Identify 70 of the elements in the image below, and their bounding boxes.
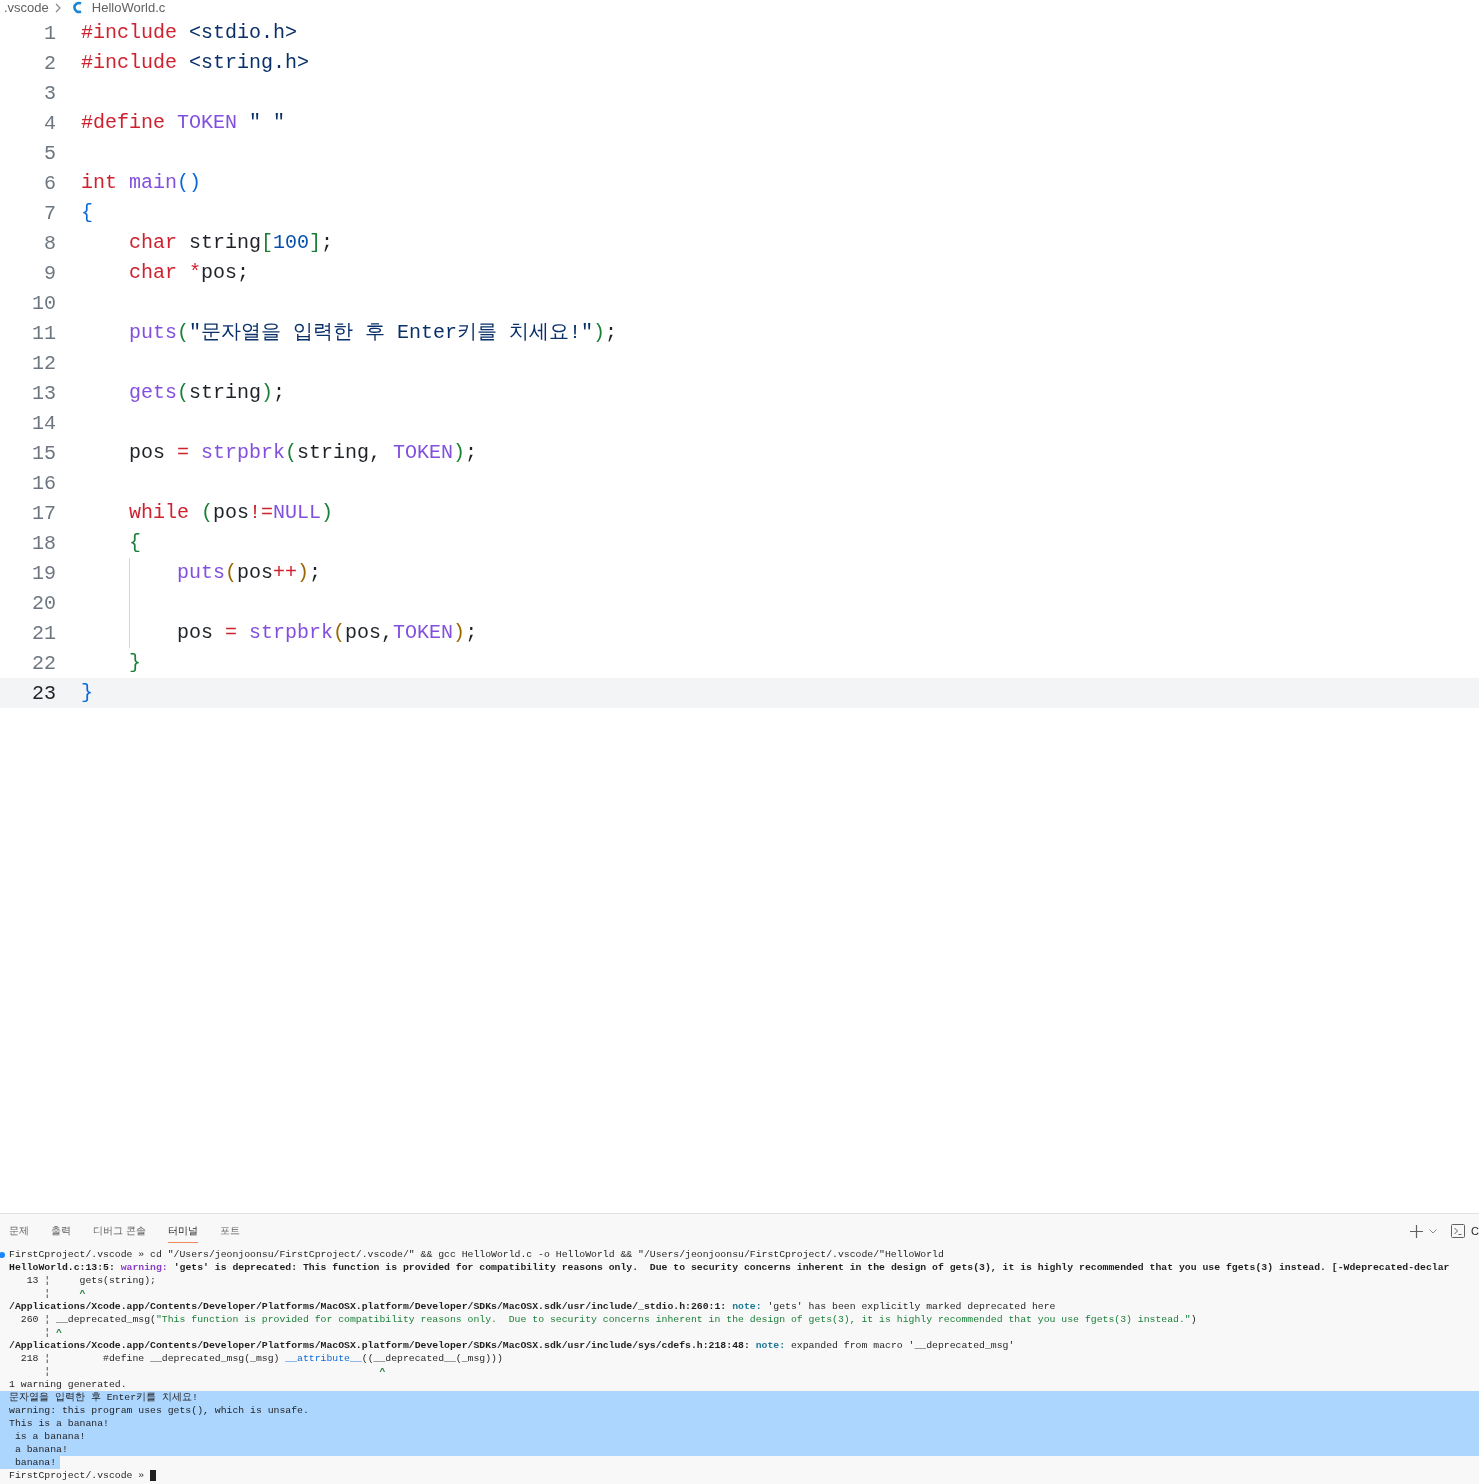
code-line: while (pos!=NULL) (128, 500, 334, 526)
chevron-right-icon (54, 2, 61, 13)
code-line: #define TOKEN " " (81, 110, 286, 136)
panel-tab[interactable]: 디버그 콘솔 (93, 1219, 146, 1243)
terminal-line: 13 ¦ gets(string); (25, 1275, 156, 1286)
selected-terminal-line: banana! (13, 1457, 57, 1468)
panel-tab[interactable]: 문제 (9, 1219, 29, 1243)
terminal-line: ¦ ^ (43, 1366, 386, 1377)
line-number: 18 (31, 531, 56, 555)
code-line: puts("문자열을 입력한 후 Enter키를 치세요!"); (128, 320, 618, 346)
terminal-line: /Applications/Xcode.app/Contents/Developer/Platforms/MacOSX.platform/Developer/SDKs/MacOSX.sdk/usr/include/sys/cdefs.h:218:48: note: expanded from macro '__deprecated_msg' (9, 1340, 1015, 1351)
line-number: 20 (31, 591, 56, 615)
line-number: 23 (31, 681, 56, 705)
c-file-icon (72, 1, 82, 14)
line-number: 13 (31, 381, 56, 405)
line-number: 2 (43, 51, 56, 75)
line-number: 11 (31, 321, 56, 345)
code-line: #include <string.h> (81, 50, 310, 76)
terminal-line: /Applications/Xcode.app/Contents/Developer/Platforms/MacOSX.platform/Developer/SDKs/MacOSX.sdk/usr/include/_stdio.h:260:1: note: 'gets' has been explicitly marked deprecated here (9, 1301, 1056, 1312)
line-number: 7 (43, 201, 56, 225)
line-number: 8 (43, 231, 56, 255)
line-number: 6 (43, 171, 56, 195)
panel-tab[interactable]: 출력 (51, 1219, 71, 1243)
line-number: 17 (31, 501, 56, 525)
terminal-label: C (1471, 1225, 1479, 1237)
line-number: 1 (43, 21, 56, 45)
line-number: 15 (31, 441, 56, 465)
breadcrumb-item[interactable]: .vscode (4, 0, 49, 15)
plus-icon[interactable] (1410, 1224, 1424, 1238)
terminal-line: FirstCproject/.vscode » cd "/Users/jeonjoonsu/FirstCproject/.vscode/" && gcc HelloWorld.c -o HelloWorld && "/Users/jeonjoonsu/FirstCproject/.vscode/"HelloWorld (9, 1249, 944, 1260)
line-number: 4 (43, 111, 56, 135)
line-number: 14 (31, 411, 56, 435)
code-line: { (81, 200, 93, 226)
line-number: 19 (31, 561, 56, 585)
code-line: char *pos; (128, 260, 250, 286)
code-line: pos = strpbrk(string, TOKEN); (128, 440, 478, 466)
line-number: 9 (43, 261, 56, 285)
line-number: 3 (43, 81, 56, 105)
code-line: } (128, 650, 141, 676)
terminal-icon[interactable] (1451, 1224, 1466, 1238)
line-number: 22 (31, 651, 56, 675)
chevron-down-icon[interactable] (1429, 1228, 1438, 1234)
code-line: int main() (81, 170, 202, 196)
selected-terminal-line: is a banana! (13, 1431, 86, 1442)
code-line: char string[100]; (128, 230, 334, 256)
code-line: { (128, 530, 141, 556)
terminal-line: FirstCproject/.vscode » (9, 1470, 146, 1481)
terminal-line: 1 warning generated. (9, 1379, 127, 1390)
selected-terminal-line: a banana! (13, 1444, 68, 1455)
code-line: puts(pos++); (176, 560, 322, 586)
terminal-line: HelloWorld.c:13:5: warning: 'gets' is deprecated: This function is provided for compatibility reasons only. Due to security concerns inherent in the design of gets(3), it is highly recommended that you use fgets(3) instead. [-Wdeprecated-declar (9, 1262, 1450, 1273)
code-line: gets(string); (128, 380, 286, 406)
line-number: 21 (31, 621, 56, 645)
line-number: 5 (43, 141, 56, 165)
selected-terminal-line: This is a banana! (9, 1418, 109, 1429)
code-line: } (81, 680, 93, 706)
line-number: 12 (31, 351, 56, 375)
panel-tab[interactable]: 터미널 (167, 1219, 198, 1243)
terminal-line: 218 ¦ #define __deprecated_msg(_msg) __attribute__((__deprecated__(_msg))) (19, 1353, 503, 1364)
panel-tab[interactable]: 포트 (219, 1219, 240, 1243)
code-line: #include <stdio.h> (81, 20, 298, 46)
line-number: 10 (31, 291, 56, 315)
selected-terminal-line: 문자열을 입력한 후 Enter키를 치세요! (9, 1392, 198, 1403)
terminal-line: ¦ ^ (43, 1327, 62, 1338)
code-line: pos = strpbrk(pos,TOKEN); (176, 620, 478, 646)
line-number: 16 (31, 471, 56, 495)
selected-terminal-line: warning: this program uses gets(), which is unsafe. (9, 1405, 309, 1416)
breadcrumb-item[interactable]: HelloWorld.c (91, 0, 166, 15)
terminal-line: ¦ ^ (43, 1288, 86, 1299)
terminal-line: 260 ¦ __deprecated_msg("This function is provided for compatibility reasons only. Due to security concerns inherent in the design of gets(3), it is highly recommended that you use fgets(3) instead.") (19, 1314, 1197, 1325)
